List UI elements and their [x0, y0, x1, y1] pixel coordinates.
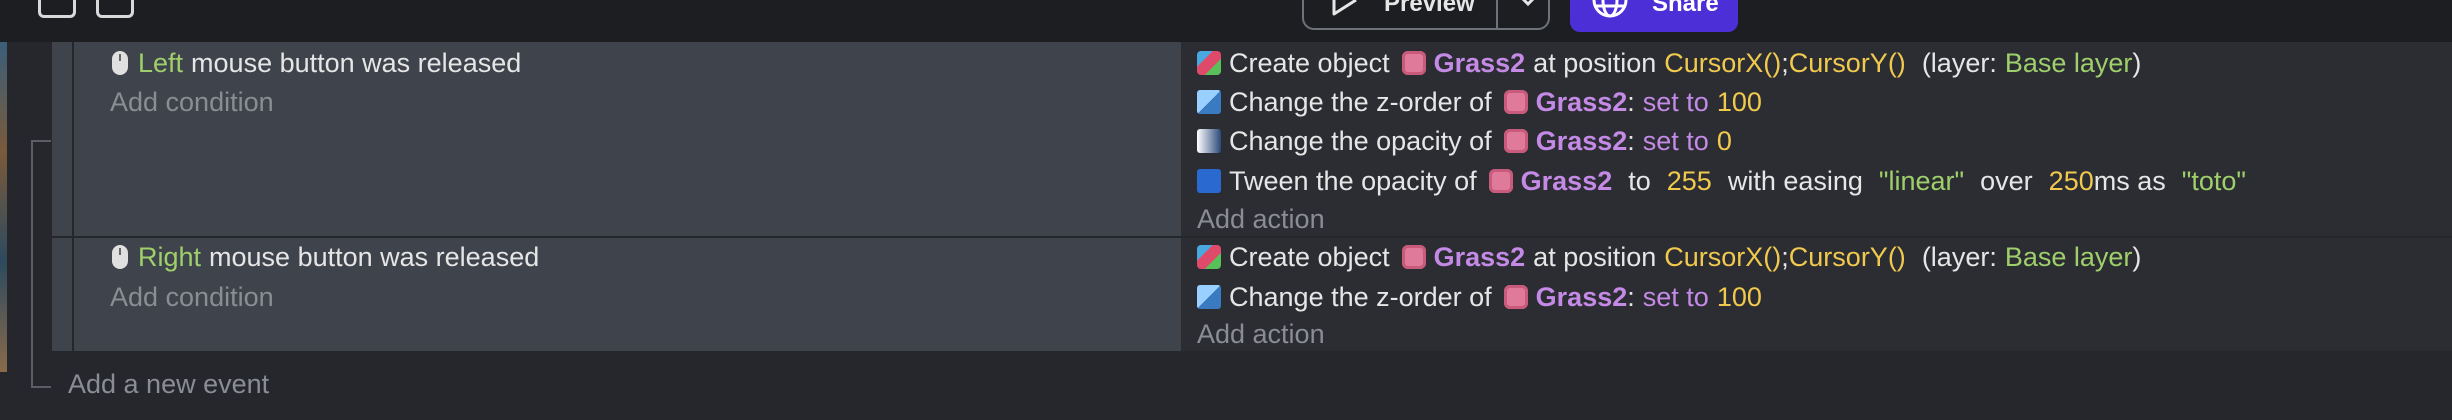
event-drag-handle[interactable]	[52, 42, 72, 236]
easing-value: "linear"	[1878, 166, 1965, 196]
condition-text: mouse button was released	[209, 242, 540, 272]
event-conditions-panel[interactable]: Left mouse button was released Add condi…	[74, 42, 1181, 236]
condition-row[interactable]: Right mouse button was released	[112, 240, 539, 274]
z-order-icon	[1197, 90, 1221, 114]
operator: set to	[1642, 126, 1709, 156]
create-object-icon	[1197, 51, 1221, 75]
action-text: (layer:	[1921, 48, 1997, 78]
expression-separator: ;	[1781, 242, 1789, 272]
share-label: Share	[1652, 0, 1719, 17]
action-text: :	[1627, 126, 1635, 156]
action-value: 255	[1666, 166, 1712, 196]
event-conditions-panel[interactable]: Right mouse button was released Add cond…	[74, 238, 1181, 351]
chevron-down-icon[interactable]	[1514, 0, 1542, 10]
top-toolbar: Preview Share	[0, 0, 2452, 42]
duration-value: 250	[2048, 166, 2094, 196]
expression-x: CursorX()	[1664, 242, 1782, 272]
create-object-icon	[1197, 245, 1221, 269]
preview-label: Preview	[1384, 0, 1475, 17]
mouse-icon	[112, 245, 128, 269]
action-text: Create object	[1229, 48, 1390, 78]
action-row[interactable]: Create object Grass2 at position CursorX…	[1197, 46, 2141, 80]
event-row[interactable]: Right mouse button was released Add cond…	[52, 238, 2452, 351]
grass-sprite-icon	[1488, 169, 1513, 193]
action-text: ms as	[2093, 166, 2166, 196]
expression-y: CursorY()	[1788, 48, 1906, 78]
globe-icon	[1592, 0, 1628, 18]
action-row[interactable]: Change the z-order of Grass2 : set to 10…	[1197, 85, 1762, 119]
expression-separator: ;	[1781, 48, 1789, 78]
action-text: :	[1627, 282, 1635, 312]
object-name: Grass2	[1520, 166, 1613, 196]
action-row[interactable]: Change the z-order of Grass2 : set to 10…	[1197, 280, 1762, 314]
action-row[interactable]: Change the opacity of Grass2 : set to 0	[1197, 124, 1732, 158]
opacity-icon	[1197, 129, 1221, 153]
save-icon[interactable]	[96, 0, 134, 18]
grass-sprite-icon	[1401, 245, 1426, 269]
object-name: Grass2	[1535, 126, 1628, 156]
operator: set to	[1642, 282, 1709, 312]
mouse-icon	[112, 51, 128, 75]
tween-icon	[1197, 169, 1221, 193]
play-icon	[1332, 0, 1357, 16]
object-name: Grass2	[1433, 48, 1526, 78]
event-tree-line	[31, 140, 33, 388]
action-text: )	[2132, 48, 2142, 78]
object-name: Grass2	[1433, 242, 1526, 272]
action-text: at position	[1533, 48, 1657, 78]
add-action-link[interactable]: Add action	[1197, 317, 1325, 351]
preview-button[interactable]: Preview	[1302, 0, 1550, 30]
action-value: 100	[1716, 282, 1762, 312]
event-tree-branch	[31, 140, 51, 142]
add-new-event-link[interactable]: Add a new event	[68, 367, 269, 401]
condition-row[interactable]: Left mouse button was released	[112, 46, 521, 80]
condition-button: Left	[138, 48, 184, 78]
add-condition-link[interactable]: Add condition	[110, 85, 274, 119]
expression-x: CursorX()	[1664, 48, 1782, 78]
event-tree-branch	[31, 386, 51, 388]
action-text: Tween the opacity of	[1229, 166, 1477, 196]
add-action-link[interactable]: Add action	[1197, 202, 1325, 236]
action-text: to	[1628, 166, 1651, 196]
action-text: Change the opacity of	[1229, 126, 1492, 156]
action-text: over	[1980, 166, 2033, 196]
add-condition-link[interactable]: Add condition	[110, 280, 274, 314]
action-text: :	[1627, 87, 1635, 117]
action-value: 100	[1716, 87, 1762, 117]
grass-sprite-icon	[1503, 129, 1528, 153]
preview-split-divider	[1496, 0, 1498, 28]
event-row[interactable]: Left mouse button was released Add condi…	[52, 42, 2452, 236]
z-order-icon	[1197, 285, 1221, 309]
action-text: )	[2132, 242, 2142, 272]
action-text: at position	[1533, 242, 1657, 272]
action-text: with easing	[1727, 166, 1863, 196]
share-button[interactable]: Share	[1570, 0, 1738, 32]
left-background-strip	[0, 42, 7, 372]
condition-text: mouse button was released	[191, 48, 522, 78]
layer-name: Base layer	[2004, 242, 2133, 272]
grass-sprite-icon	[1503, 285, 1528, 309]
action-text: (layer:	[1921, 242, 1997, 272]
event-drag-handle[interactable]	[52, 238, 72, 351]
event-actions-panel[interactable]: Create object Grass2 at position CursorX…	[1183, 42, 2452, 236]
operator: set to	[1642, 87, 1709, 117]
action-row[interactable]: Tween the opacity of Grass2 to 255 with …	[1197, 164, 2246, 198]
grass-sprite-icon	[1503, 90, 1528, 114]
action-row[interactable]: Create object Grass2 at position CursorX…	[1197, 240, 2141, 274]
object-name: Grass2	[1535, 282, 1628, 312]
event-actions-panel[interactable]: Create object Grass2 at position CursorX…	[1183, 238, 2452, 351]
action-value: 0	[1716, 126, 1732, 156]
object-name: Grass2	[1535, 87, 1628, 117]
action-text: Change the z-order of	[1229, 87, 1492, 117]
tween-id-value: "toto"	[2181, 166, 2246, 196]
layer-name: Base layer	[2004, 48, 2133, 78]
layout-icon[interactable]	[38, 0, 76, 18]
condition-button: Right	[138, 242, 202, 272]
grass-sprite-icon	[1401, 51, 1426, 75]
expression-y: CursorY()	[1788, 242, 1906, 272]
action-text: Create object	[1229, 242, 1390, 272]
action-text: Change the z-order of	[1229, 282, 1492, 312]
